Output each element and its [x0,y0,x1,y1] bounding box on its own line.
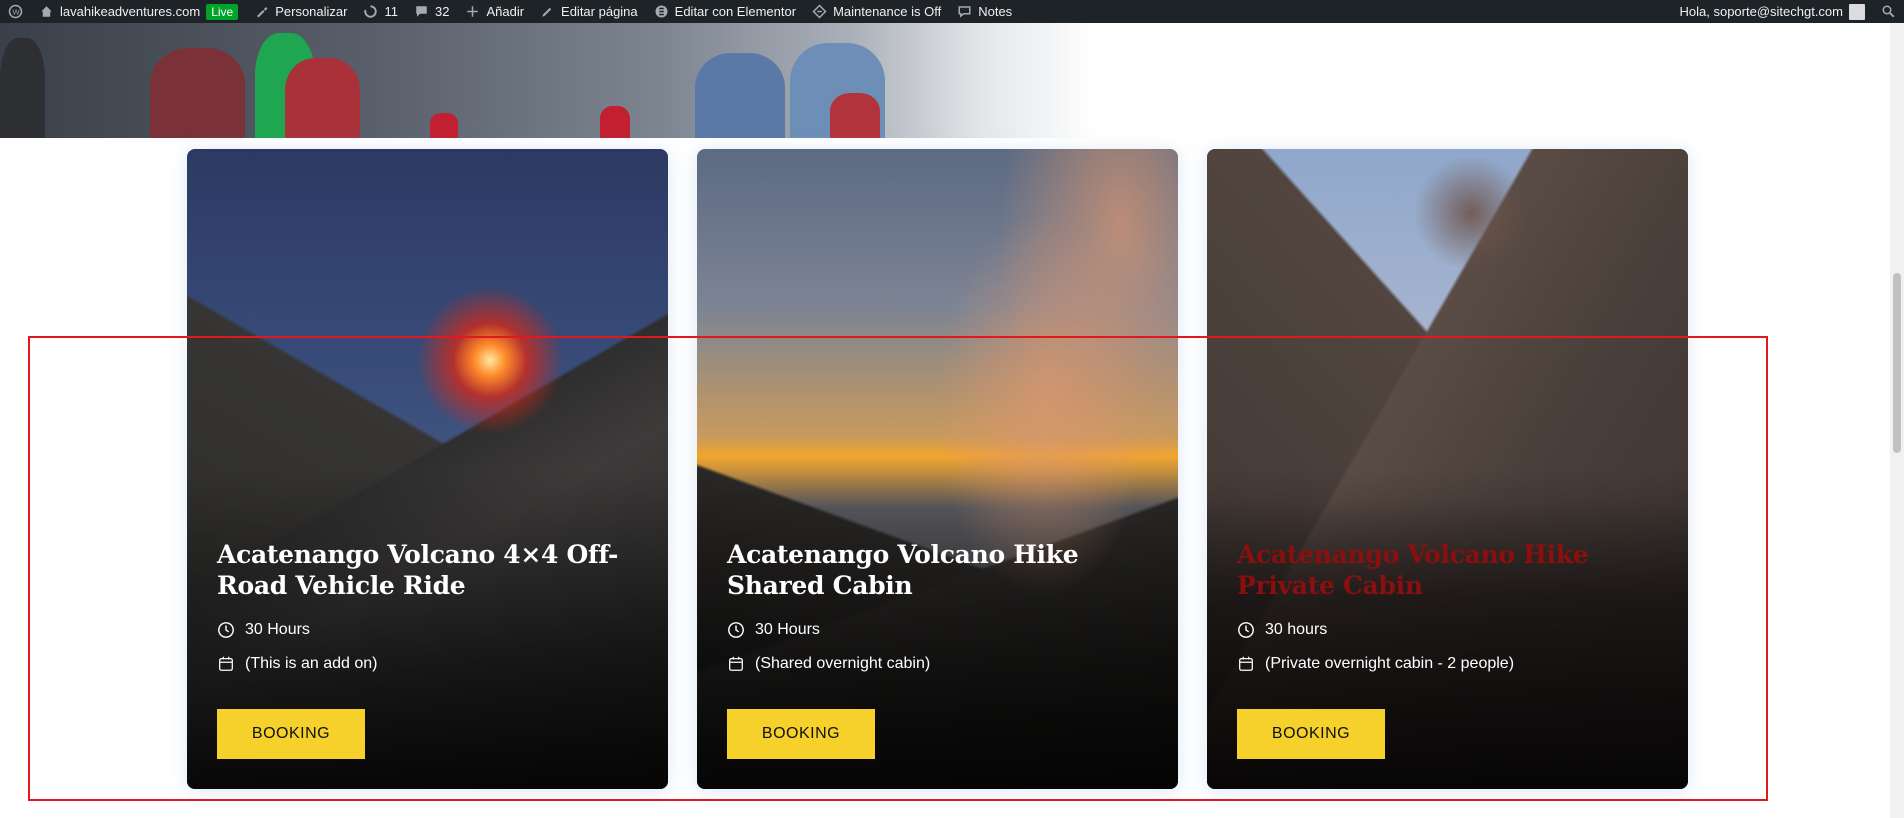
maintenance-link[interactable]: Maintenance is Off [804,0,949,23]
duration-text: 30 hours [1265,621,1328,638]
live-badge: Live [206,3,239,20]
note-row: (Private overnight cabin - 2 people) [1237,655,1664,673]
comment-icon [416,6,427,17]
wordpress-logo-icon[interactable]: W [0,0,31,23]
booking-button[interactable]: BOOKING [727,709,875,759]
note-text: (This is an add on) [245,655,378,672]
booking-button[interactable]: BOOKING [217,709,365,759]
tour-card-4x4: Acatenango Volcano 4×4 Off-Road Vehicle … [187,149,668,789]
notes-label: Notes [978,4,1013,19]
add-new-label: Añadir [486,4,525,19]
scrollbar-thumb[interactable] [1893,273,1901,453]
hero-image [0,23,1890,138]
calendar-icon [1239,656,1253,671]
avatar [1849,3,1865,20]
search-icon [1882,5,1895,18]
card-shade [1207,149,1688,789]
home-icon [41,6,52,17]
duration-text: 30 Hours [245,621,310,638]
customize-link[interactable]: Personalizar [246,0,355,23]
comments-link[interactable]: 32 [406,0,457,23]
greeting-text: Hola, soporte@sitechgt.com [1679,4,1844,19]
duration-text: 30 Hours [755,621,820,638]
tour-card-private-cabin: Acatenango Volcano Hike Private Cabin 30… [1207,149,1688,789]
svg-text:W: W [13,8,21,17]
edit-page-link[interactable]: Editar página [532,0,646,23]
clock-icon [1238,622,1254,638]
account-menu[interactable]: Hola, soporte@sitechgt.com [1672,0,1874,23]
clock-icon [728,622,744,638]
admin-search-button[interactable] [1873,0,1904,23]
card-title[interactable]: Acatenango Volcano 4×4 Off-Road Vehicle … [217,539,644,601]
edit-page-label: Editar página [561,4,638,19]
edit-elementor-link[interactable]: Editar con Elementor [646,0,804,23]
site-name-link[interactable]: lavahikeadventures.com Live [31,0,246,23]
calendar-icon [219,656,233,671]
duration-row: 30 hours [1237,621,1664,639]
admin-bar: W lavahikeadventures.com Live Personaliz… [0,0,1904,23]
notes-link[interactable]: Notes [949,0,1020,23]
plus-icon [467,6,479,17]
booking-button[interactable]: BOOKING [1237,709,1385,759]
card-title[interactable]: Acatenango Volcano Hike Private Cabin [1237,539,1664,601]
note-row: (This is an add on) [217,655,644,673]
brush-icon [257,7,268,18]
maintenance-label: Maintenance is Off [833,4,942,19]
card-content: Acatenango Volcano Hike Shared Cabin 30 … [727,539,1154,673]
card-shade [187,149,668,789]
updates-link[interactable]: 11 [355,0,406,23]
note-text: (Private overnight cabin - 2 people) [1265,655,1515,672]
card-shade [697,149,1178,789]
page-scrollbar[interactable] [1890,23,1904,818]
duration-row: 30 Hours [727,621,1154,639]
calendar-icon [729,656,743,671]
card-title[interactable]: Acatenango Volcano Hike Shared Cabin [727,539,1154,601]
elementor-icon [655,5,668,18]
speech-bubble-icon [958,6,971,18]
tour-card-shared-cabin: Acatenango Volcano Hike Shared Cabin 30 … [697,149,1178,789]
pencil-icon [542,7,552,17]
duration-row: 30 Hours [217,621,644,639]
customize-label: Personalizar [275,4,348,19]
card-content: Acatenango Volcano 4×4 Off-Road Vehicle … [217,539,644,673]
updates-icon [364,5,378,18]
edit-elementor-label: Editar con Elementor [674,4,797,19]
note-row: (Shared overnight cabin) [727,655,1154,673]
card-content: Acatenango Volcano Hike Private Cabin 30… [1237,539,1664,673]
maintenance-icon [812,4,827,19]
updates-count: 11 [384,4,398,19]
add-new-link[interactable]: Añadir [457,0,532,23]
note-text: (Shared overnight cabin) [755,655,931,672]
clock-icon [218,622,234,638]
comments-count: 32 [434,4,450,19]
site-name: lavahikeadventures.com [60,4,201,19]
